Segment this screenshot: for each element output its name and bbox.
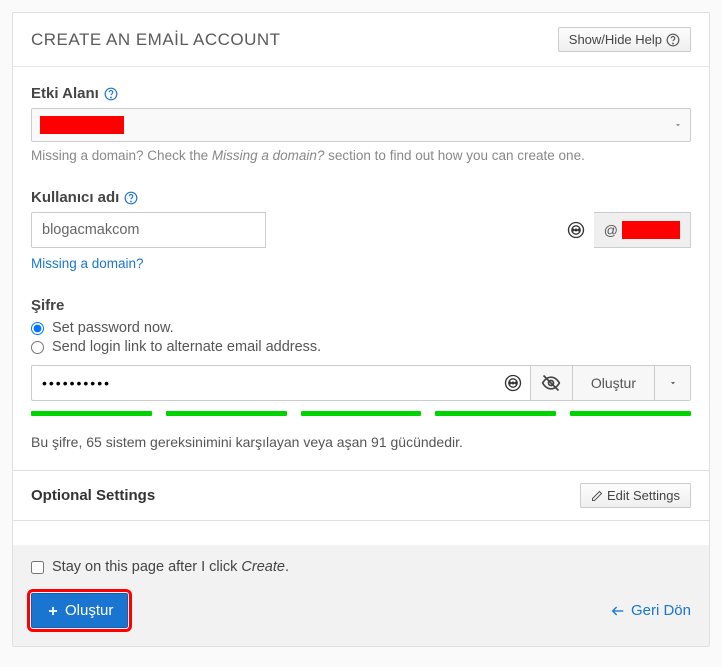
domain-help-icon[interactable] bbox=[104, 87, 118, 101]
stay-on-page-checkbox[interactable] bbox=[31, 561, 44, 574]
radio-send-link-input[interactable] bbox=[31, 341, 44, 354]
password-suggestion-icon[interactable] bbox=[503, 373, 523, 393]
create-email-panel: CREATE AN EMAİL ACCOUNT Show/Hide Help E… bbox=[12, 12, 710, 647]
optional-settings-row: Optional Settings Edit Settings bbox=[13, 470, 709, 521]
username-help-icon[interactable] bbox=[124, 191, 138, 205]
show-hide-help-button[interactable]: Show/Hide Help bbox=[558, 27, 691, 52]
password-input[interactable] bbox=[31, 365, 531, 401]
toggle-visibility-button[interactable] bbox=[531, 365, 573, 401]
optional-settings-title: Optional Settings bbox=[31, 487, 155, 504]
addon-redacted bbox=[622, 221, 680, 239]
go-back-link[interactable]: Geri Dön bbox=[610, 602, 691, 619]
username-label: Kullanıcı adı bbox=[31, 189, 691, 206]
username-input[interactable] bbox=[31, 212, 266, 248]
edit-settings-button[interactable]: Edit Settings bbox=[580, 483, 691, 508]
domain-hint: Missing a domain? Check the Missing a do… bbox=[31, 148, 691, 163]
create-button[interactable]: Oluştur bbox=[31, 593, 128, 628]
stay-on-page-checkbox-row[interactable]: Stay on this page after I click Create. bbox=[31, 559, 691, 575]
help-icon bbox=[666, 33, 680, 47]
strength-segment bbox=[570, 411, 691, 416]
radio-set-now[interactable]: Set password now. bbox=[31, 320, 691, 336]
domain-label: Etki Alanı bbox=[31, 85, 691, 102]
generate-options-button[interactable] bbox=[655, 365, 691, 401]
password-strength-bar bbox=[31, 411, 691, 416]
help-button-label: Show/Hide Help bbox=[569, 32, 662, 47]
missing-domain-link[interactable]: Missing a domain? bbox=[31, 256, 144, 271]
suggestion-icon[interactable] bbox=[566, 220, 586, 240]
panel-header: CREATE AN EMAİL ACCOUNT Show/Hide Help bbox=[13, 13, 709, 67]
generate-password-button[interactable]: Oluştur bbox=[573, 365, 655, 401]
eye-off-icon bbox=[541, 373, 561, 393]
password-strength-text: Bu şifre, 65 sistem gereksinimini karşıl… bbox=[31, 434, 691, 450]
pencil-icon bbox=[591, 490, 603, 502]
footer-actions: Oluştur Geri Dön bbox=[31, 593, 691, 628]
arrow-left-icon bbox=[610, 603, 626, 619]
strength-segment bbox=[301, 411, 422, 416]
domain-addon: @ bbox=[594, 212, 691, 248]
password-label: Şifre bbox=[31, 297, 691, 314]
username-row: @ bbox=[31, 212, 691, 248]
password-row: Oluştur bbox=[31, 365, 691, 401]
strength-segment bbox=[435, 411, 556, 416]
plus-icon bbox=[46, 604, 60, 618]
password-section: Şifre Set password now. Send login link … bbox=[13, 279, 709, 470]
domain-select[interactable] bbox=[31, 108, 691, 142]
caret-down-icon bbox=[668, 378, 678, 388]
strength-segment bbox=[166, 411, 287, 416]
page-title: CREATE AN EMAİL ACCOUNT bbox=[31, 30, 281, 50]
username-section: Kullanıcı adı @ Missing a domain? bbox=[13, 171, 709, 279]
strength-segment bbox=[31, 411, 152, 416]
footer: Stay on this page after I click Create. … bbox=[13, 545, 709, 646]
radio-send-link[interactable]: Send login link to alternate email addre… bbox=[31, 339, 691, 355]
domain-redacted bbox=[40, 116, 124, 134]
radio-set-now-input[interactable] bbox=[31, 322, 44, 335]
domain-section: Etki Alanı Missing a domain? Check the M… bbox=[13, 67, 709, 171]
